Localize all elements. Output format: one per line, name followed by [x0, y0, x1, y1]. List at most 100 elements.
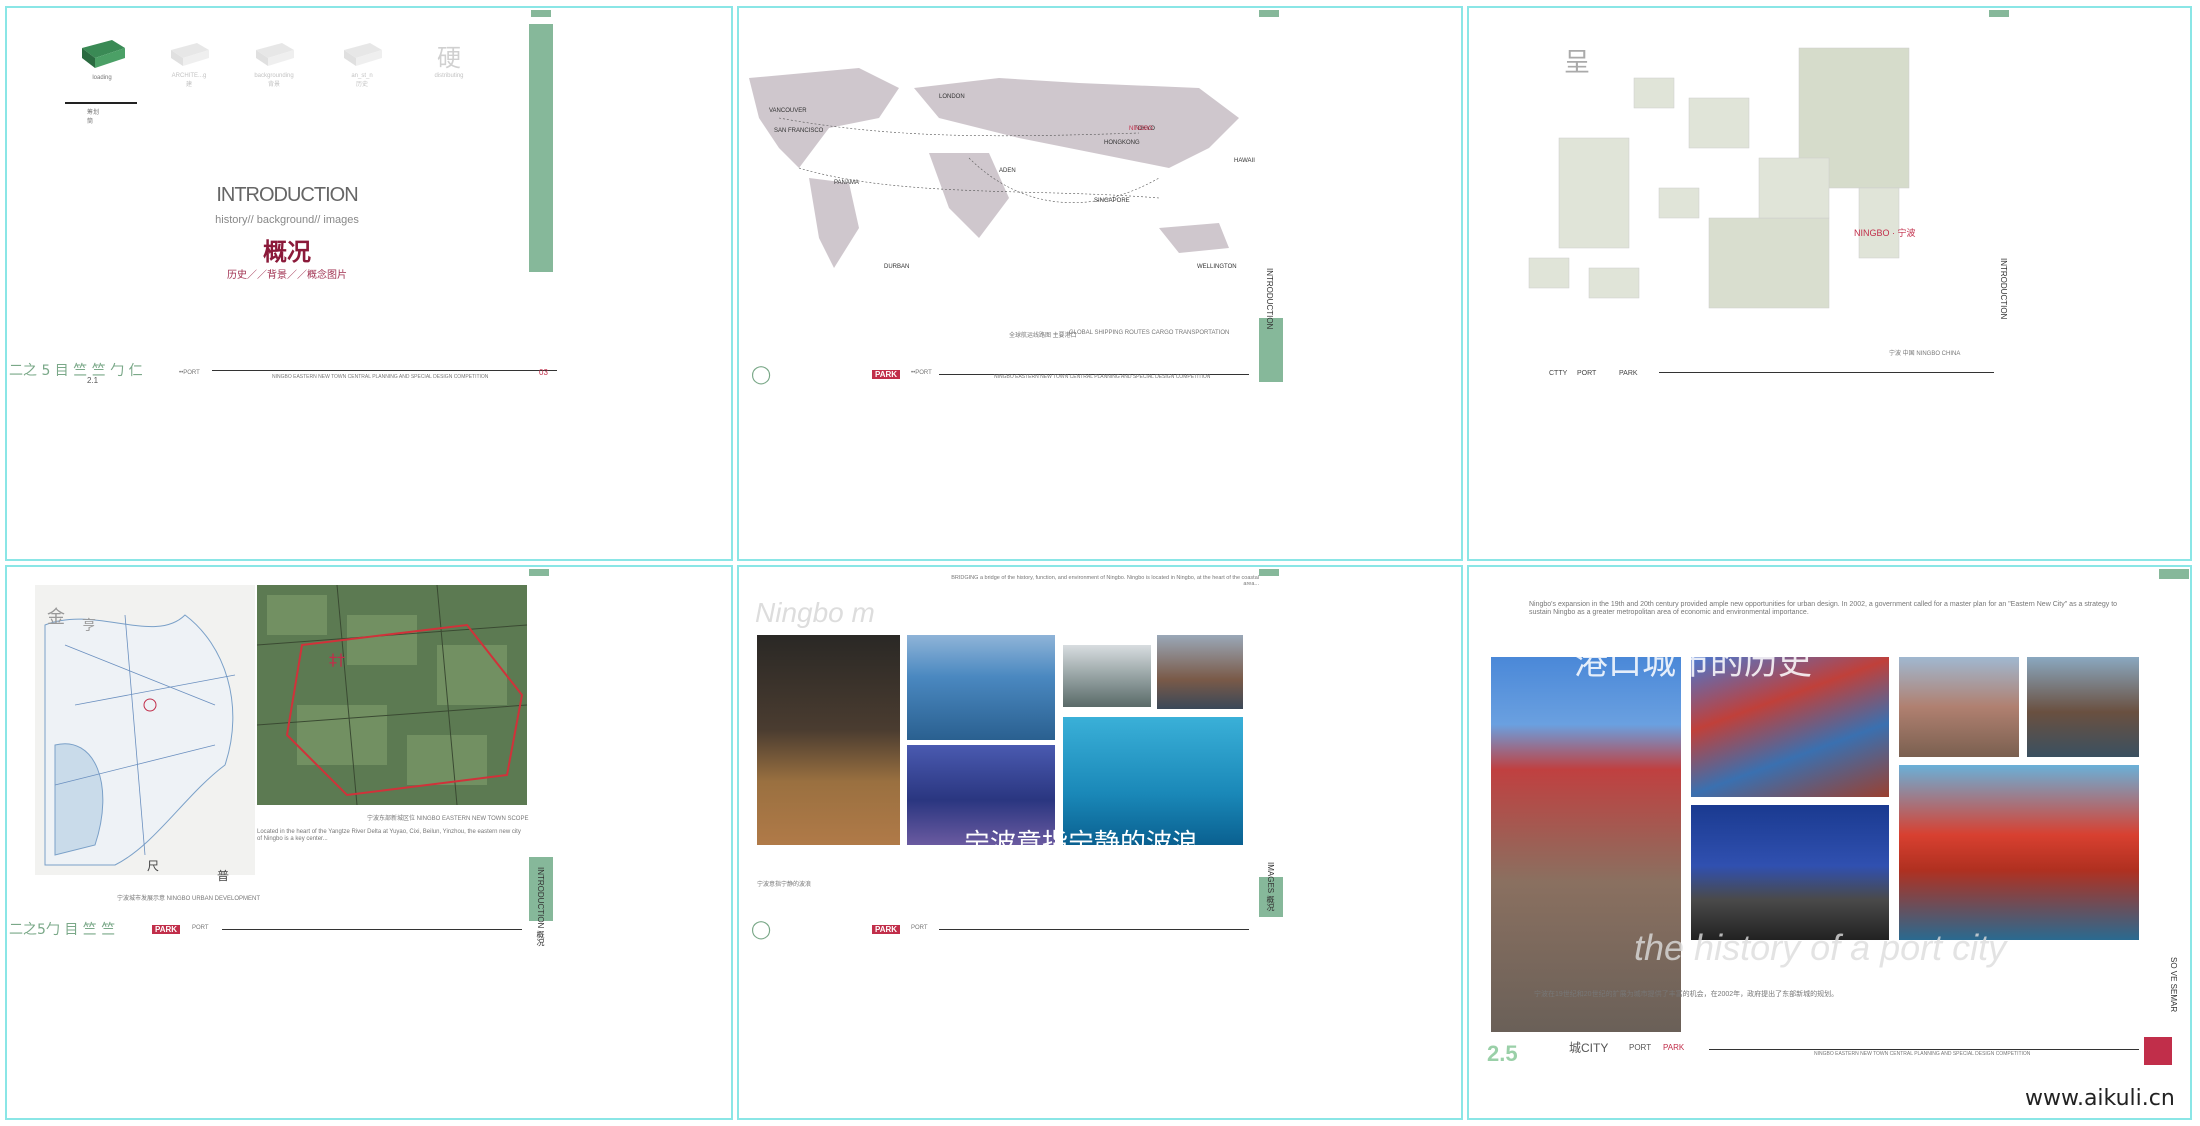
- watermark: www.aikuli.cn: [2025, 1086, 2175, 1111]
- footer-park: PARK: [872, 925, 901, 934]
- side-label: INTRODUCTION 概况: [536, 867, 545, 947]
- city-label: ADEN: [999, 168, 1016, 174]
- footer-caption: NINGBO EASTERN NEW TOWN CENTRAL PLANNING…: [994, 374, 1211, 380]
- slide-port-history: Ningbo's expansion in the 19th and 20th …: [1467, 565, 2192, 1120]
- map-label-ningbo: NINGBO · 宁波: [1854, 228, 1916, 238]
- top-tab: [1259, 569, 1279, 576]
- top-tab: [2159, 569, 2189, 579]
- container-ship-photo: [1899, 765, 2139, 940]
- city-label: SAN FRANCISCO: [774, 128, 824, 134]
- top-tab: [1259, 10, 1279, 17]
- bridge-underside-photo: [757, 635, 900, 845]
- svg-text:‡†: ‡†: [329, 650, 345, 669]
- map-caption-cn: 全球航运线路图 主要港口: [1009, 333, 1077, 339]
- china-map-collage: [1528, 47, 1910, 309]
- port-containers-photo: [1157, 635, 1243, 709]
- description: Located in the heart of the Yangtze Rive…: [257, 829, 521, 842]
- container-icon: [344, 43, 382, 66]
- city-label: VANCOUVER: [769, 108, 807, 114]
- map-char: 金: [47, 607, 65, 628]
- nav-item-distributing[interactable]: 硬 distributing: [427, 38, 471, 79]
- nav-label: loading: [92, 75, 112, 81]
- footer-number: 2.5: [1487, 1041, 1518, 1066]
- footer-line: [1709, 1049, 2139, 1050]
- sidebar-accent: [529, 24, 553, 272]
- map-caption: 宁波城市发展示意 NINGBO URBAN DEVELOPMENT: [117, 896, 261, 902]
- side-label: IMAGES 概况: [1266, 862, 1275, 912]
- footer-park: PARK: [872, 370, 901, 379]
- footer-logo-char: ◯: [751, 364, 772, 385]
- nav-item-architecture[interactable]: ARCHITE...g 建: [167, 40, 211, 88]
- footer-port: PORT: [1629, 1043, 1652, 1052]
- satellite-photo: ‡†: [257, 585, 527, 805]
- city-label: LONDON: [939, 94, 965, 100]
- slide-china-map: 呈 NINGBO · 宁波 宁波 中国 NINGBO CHINA INTRODU…: [1467, 6, 2192, 561]
- caption-cn: 宁波在19世纪和20世纪的扩展为城市提供了丰富的机会，在2002年，政府提出了东…: [1534, 991, 1839, 998]
- side-label: INTRODUCTION: [1265, 268, 1274, 330]
- script-title: Ningbo m: [755, 597, 875, 628]
- footer-line: [939, 929, 1249, 930]
- caption-cn: 宁波意指宁静的波浪: [757, 882, 812, 888]
- footer-park: PARK: [1663, 1043, 1685, 1052]
- footer-port: ••PORT: [179, 370, 200, 376]
- header-text: Ningbo's expansion in the 19th and 20th …: [1529, 601, 2118, 616]
- overlay-title-cn: 港口城市的历史: [1574, 643, 1812, 683]
- header-text: BRIDGING a bridge of the history, functi…: [951, 575, 1259, 587]
- top-tab: [1989, 10, 2009, 17]
- nav-sub: 背景: [267, 82, 280, 88]
- nav-active-sub2: 筒: [87, 119, 94, 125]
- map-caption: 宁波 中国 NINGBO CHINA: [1889, 351, 1961, 357]
- city-label: WELLINGTON: [1197, 264, 1237, 270]
- page-title-cn: 概况: [263, 238, 311, 266]
- container-yard-photo: [1491, 657, 1681, 1032]
- city-label: DURBAN: [884, 264, 910, 270]
- city-label-ningbo: NINGBO: [1129, 126, 1153, 132]
- nav-underline: [65, 102, 137, 104]
- footer-port: ••PORT: [911, 370, 932, 376]
- container-icon: [256, 43, 294, 66]
- city-label: SINGAPORE: [1094, 198, 1130, 204]
- footer-logo: 二之5勹 目 竺 竺: [9, 922, 116, 938]
- footer-logo-char: ◯: [751, 919, 772, 940]
- footer-caption: NINGBO EASTERN NEW TOWN CENTRAL PLANNING…: [272, 374, 489, 380]
- nav-item-background[interactable]: backgrounding 背景: [252, 40, 296, 88]
- page-subtitle: history// background// images: [215, 214, 359, 226]
- footer-page: 03: [539, 368, 548, 377]
- page-subtitle-cn: 历史／／背景／／概念图片: [227, 270, 347, 281]
- footer-line: [212, 370, 557, 371]
- container-icon: [82, 40, 125, 68]
- satellite-caption: 宁波东部新城区位 NINGBO EASTERN NEW TOWN SCOPE: [367, 816, 529, 822]
- slide-world-map: INTRODUCTION VANCOUVER SAN FRANCISCO LON…: [737, 6, 1463, 561]
- cable-bridge-photo: [907, 635, 1055, 740]
- footer-line: [1659, 372, 1994, 373]
- overlay-title-en: the history of a port city: [1634, 927, 2007, 968]
- map-char: 亨: [82, 618, 96, 634]
- top-tab: [529, 569, 549, 576]
- footer-city: CTTY: [1549, 370, 1568, 377]
- corner-red-mark: [2144, 1037, 2172, 1065]
- footer-line: [222, 929, 522, 930]
- nav-char: 硬: [437, 44, 461, 72]
- port-aerial-photo: [2027, 657, 2139, 757]
- slide-site-maps: INTRODUCTION 概况 金 亨 尺 普 ‡† 宁波东部新城区位 NING…: [5, 565, 733, 1120]
- slide-ningbo-images: IMAGES 概况 BRIDGING a bridge of the histo…: [737, 565, 1463, 1120]
- nav-active-sub: 筹划: [87, 110, 100, 116]
- footer-park: PARK: [1619, 370, 1638, 377]
- page-title: INTRODUCTION: [216, 184, 358, 206]
- city-label: PANAMA: [834, 180, 859, 186]
- footer-port: PORT: [1577, 370, 1597, 377]
- city-label: HAWAII: [1234, 158, 1255, 164]
- nav-label: distributing: [434, 73, 464, 79]
- nav-item-history[interactable]: an_st_n 历史: [340, 40, 384, 88]
- container-icon: [171, 43, 209, 66]
- map-char: 普: [217, 869, 230, 883]
- footer-number: 2.1: [87, 376, 99, 385]
- map-caption-en: GLOBAL SHIPPING ROUTES CARGO TRANSPORTAT…: [1069, 330, 1230, 336]
- nav-item-loading[interactable]: loading: [77, 36, 127, 81]
- nav-sub: 历史: [355, 82, 368, 88]
- nav-sub: 建: [185, 82, 192, 88]
- city-plan-map: [35, 585, 255, 875]
- overlay-title-cn: 宁波意指宁静的波浪: [964, 829, 1199, 859]
- slide-introduction: loading ARCHITE...g 建 backgrounding 背景 a…: [5, 6, 733, 561]
- container-truck-photo: [1691, 805, 1889, 940]
